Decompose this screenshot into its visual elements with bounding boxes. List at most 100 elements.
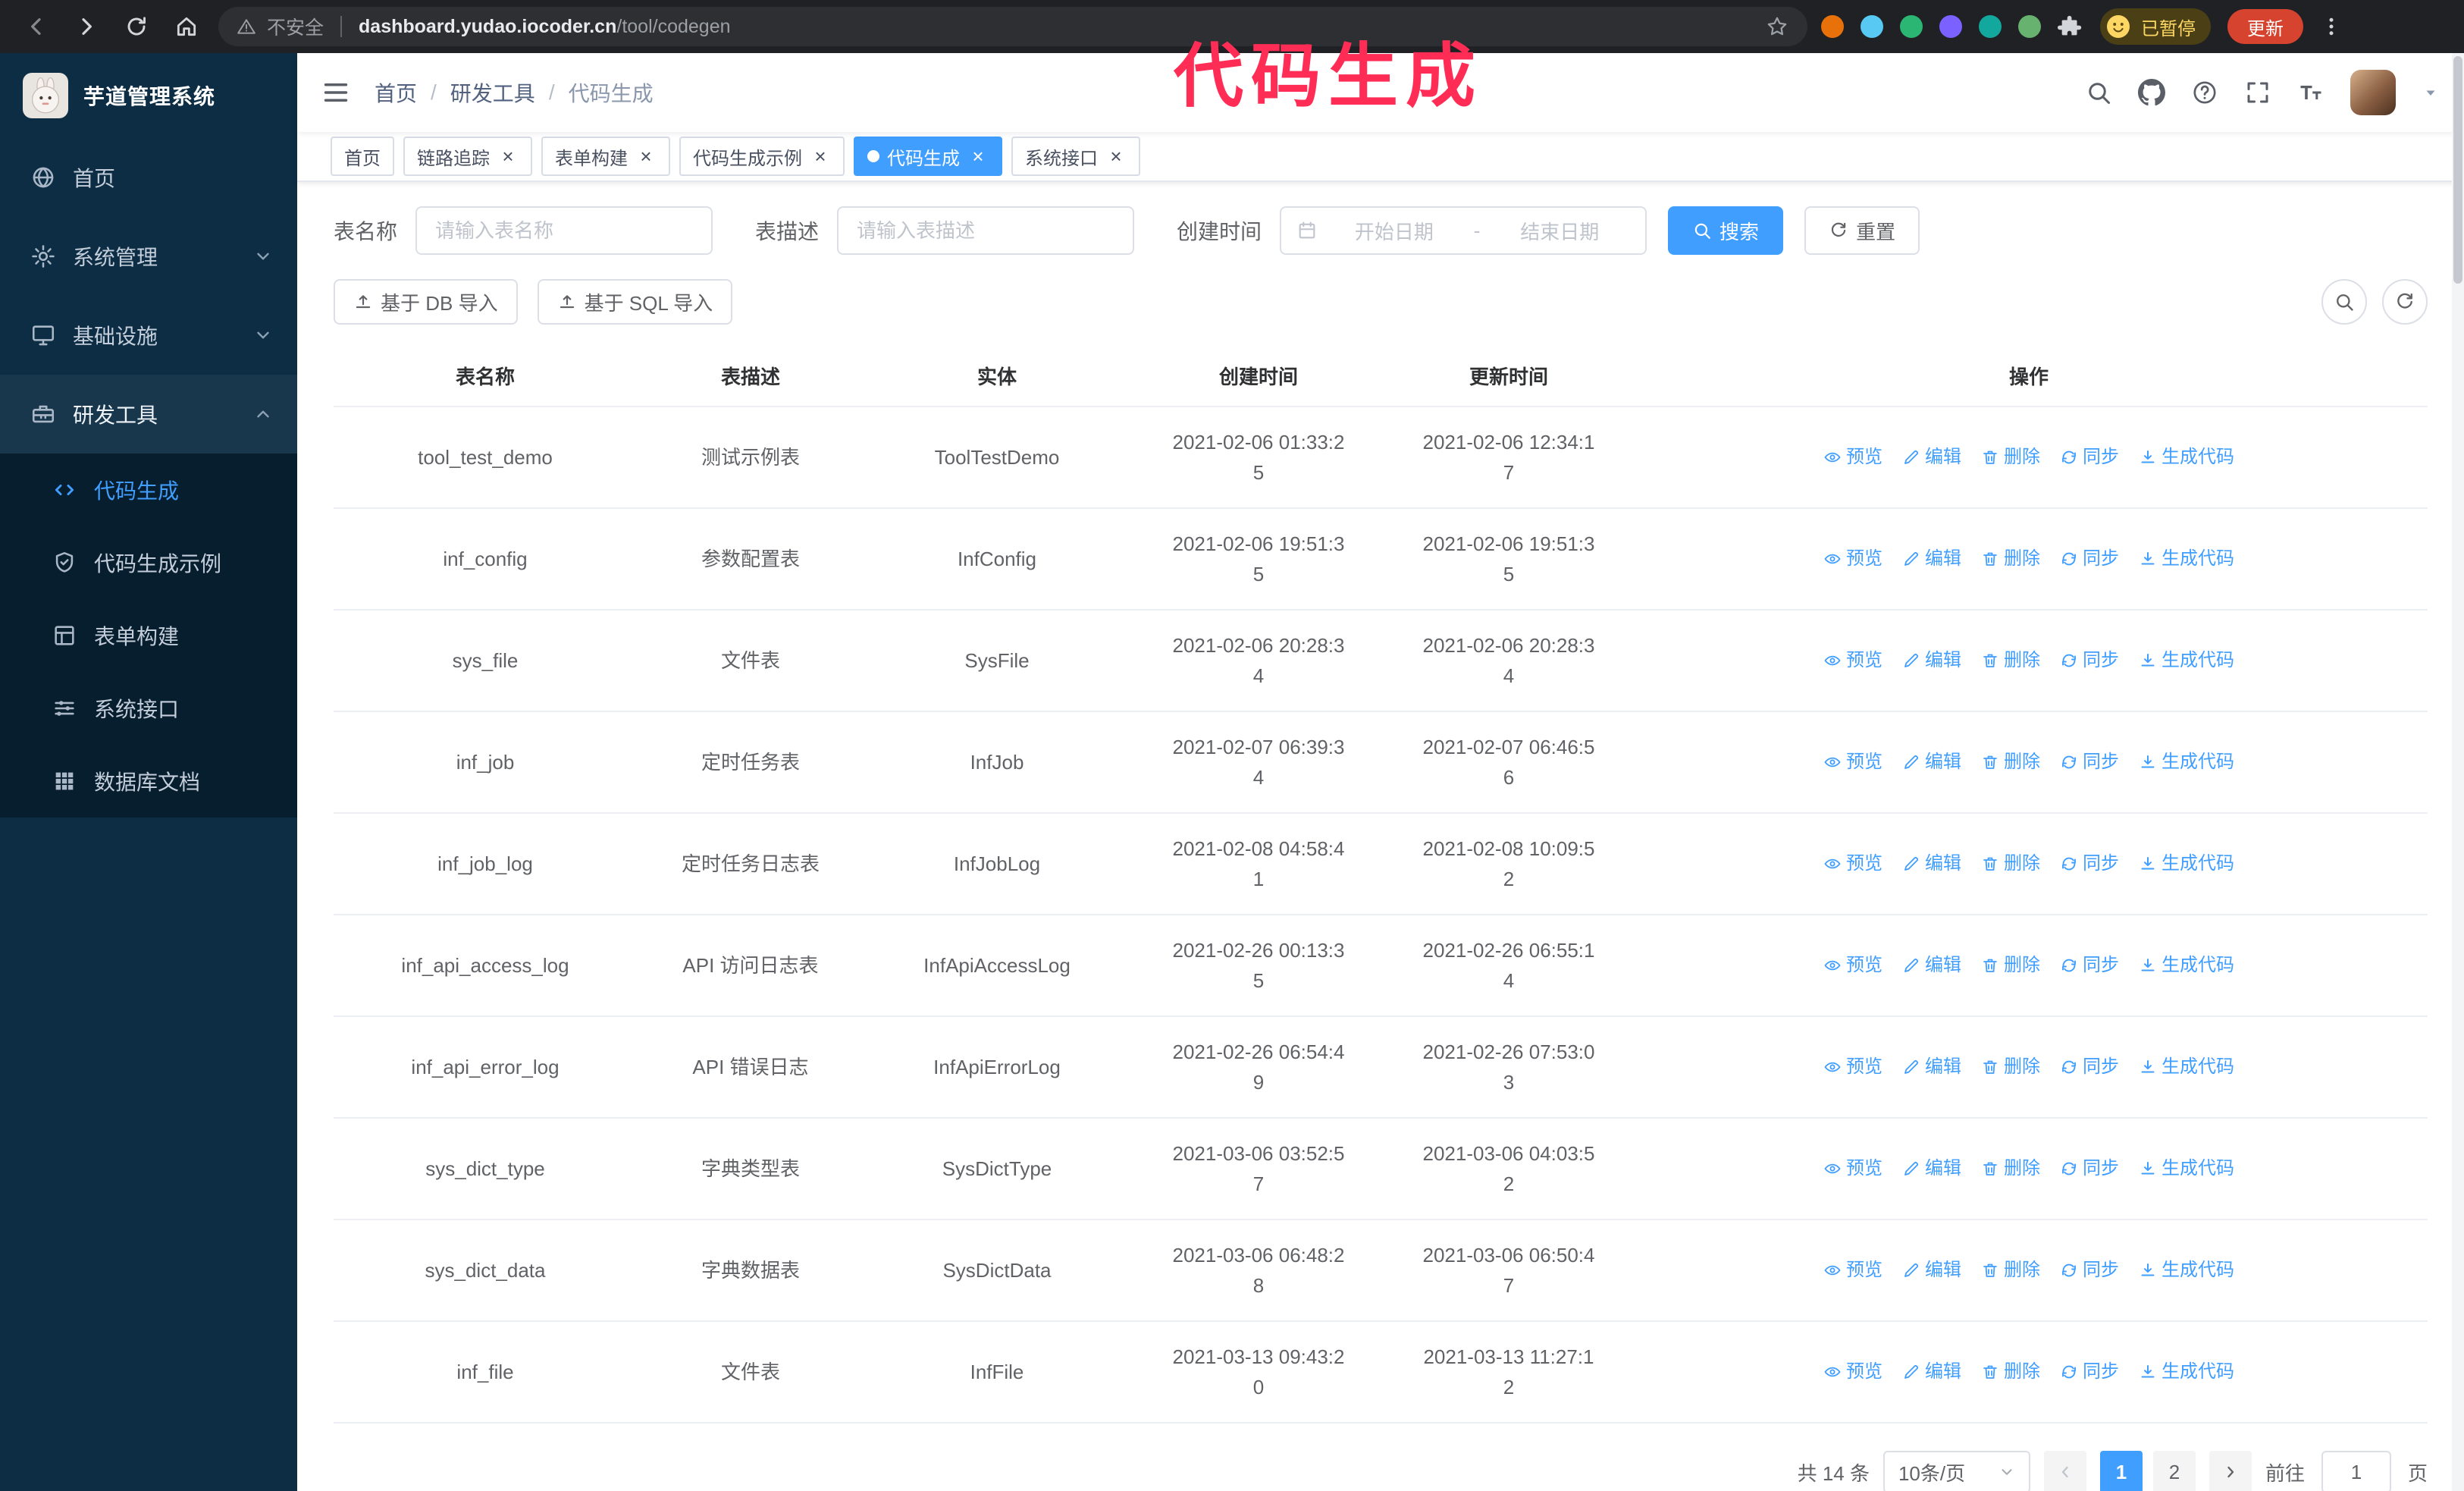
page-1-button[interactable]: 1 [2099,1451,2143,1491]
orange-extension-icon[interactable] [1821,15,1844,38]
close-icon[interactable]: × [497,146,519,167]
sync-action[interactable]: 同步 [2060,442,2119,472]
home-button[interactable] [168,8,205,45]
sidebar-item-system[interactable]: 系统管理 [0,217,297,296]
caret-down-icon[interactable] [2422,83,2440,102]
delete-action[interactable]: 删除 [1981,645,2040,676]
sync-action[interactable]: 同步 [2060,645,2119,676]
generate-code-action[interactable]: 生成代码 [2139,1052,2234,1082]
generate-code-action[interactable]: 生成代码 [2139,1357,2234,1387]
generate-code-action[interactable]: 生成代码 [2139,950,2234,981]
close-icon[interactable]: × [967,146,989,167]
reset-button[interactable]: 重置 [1804,206,1920,255]
generate-code-action[interactable]: 生成代码 [2139,544,2234,574]
tab-codegen[interactable]: 代码生成 × [854,137,1002,176]
edit-action[interactable]: 编辑 [1902,849,1961,879]
tab-home[interactable]: 首页 [331,137,394,176]
sync-action[interactable]: 同步 [2060,950,2119,981]
edit-action[interactable]: 编辑 [1902,645,1961,676]
close-icon[interactable]: × [810,146,831,167]
generate-code-action[interactable]: 生成代码 [2139,747,2234,777]
sidebar-subitem-system-api[interactable]: 系统接口 [0,672,297,745]
forward-button[interactable] [68,8,105,45]
preview-action[interactable]: 预览 [1823,442,1882,472]
next-page-button[interactable] [2209,1451,2252,1491]
preview-action[interactable]: 预览 [1823,1154,1882,1184]
delete-action[interactable]: 删除 [1981,1052,2040,1082]
edit-action[interactable]: 编辑 [1902,950,1961,981]
breadcrumb-item[interactable]: 代码生成 [569,77,654,108]
blue-extension-icon[interactable] [1861,15,1883,38]
tab-form-builder[interactable]: 表单构建 × [541,137,670,176]
scrollbar-thumb[interactable] [2453,56,2462,284]
reload-button[interactable] [118,8,155,45]
generate-code-action[interactable]: 生成代码 [2139,1255,2234,1285]
github-icon[interactable] [2138,79,2165,106]
green-check-extension-icon[interactable] [1900,15,1923,38]
sidebar-item-infra[interactable]: 基础设施 [0,296,297,375]
sidebar-subitem-db-doc[interactable]: 数据库文档 [0,745,297,818]
preview-action[interactable]: 预览 [1823,1052,1882,1082]
delete-action[interactable]: 删除 [1981,1357,2040,1387]
generate-code-action[interactable]: 生成代码 [2139,645,2234,676]
edit-action[interactable]: 编辑 [1902,1052,1961,1082]
delete-action[interactable]: 删除 [1981,1255,2040,1285]
prev-page-button[interactable] [2043,1451,2086,1491]
preview-action[interactable]: 预览 [1823,950,1882,981]
address-bar[interactable]: 不安全 dashboard.yudao.iocoder.cn/tool/code… [218,7,1807,46]
edit-action[interactable]: 编辑 [1902,1154,1961,1184]
preview-action[interactable]: 预览 [1823,1255,1882,1285]
edit-action[interactable]: 编辑 [1902,1357,1961,1387]
tab-codegen-example[interactable]: 代码生成示例 × [679,137,845,176]
close-icon[interactable]: × [635,146,657,167]
page-size-select[interactable]: 10条/页 [1882,1451,2030,1491]
sync-action[interactable]: 同步 [2060,1255,2119,1285]
generate-code-action[interactable]: 生成代码 [2139,849,2234,879]
sidebar-toggle-icon[interactable] [321,78,350,107]
delete-action[interactable]: 删除 [1981,849,2040,879]
delete-action[interactable]: 删除 [1981,544,2040,574]
preview-action[interactable]: 预览 [1823,544,1882,574]
font-size-icon[interactable] [2297,79,2324,106]
breadcrumb-item[interactable]: 研发工具 [450,77,535,108]
delete-action[interactable]: 删除 [1981,1154,2040,1184]
puzzle-icon[interactable] [2058,14,2083,39]
profile-chip[interactable]: 已暂停 [2100,8,2211,45]
search-toggle-button[interactable] [2321,279,2367,325]
bookmark-star-icon[interactable] [1765,14,1789,39]
tab-system-api[interactable]: 系统接口 × [1011,137,1140,176]
edit-action[interactable]: 编辑 [1902,544,1961,574]
search-icon[interactable] [2085,79,2112,106]
back-button[interactable] [18,8,55,45]
edit-action[interactable]: 编辑 [1902,747,1961,777]
browser-update-button[interactable]: 更新 [2227,9,2303,44]
sync-action[interactable]: 同步 [2060,1052,2119,1082]
delete-action[interactable]: 删除 [1981,442,2040,472]
delete-action[interactable]: 删除 [1981,747,2040,777]
table-desc-input[interactable] [837,206,1135,255]
preview-action[interactable]: 预览 [1823,1357,1882,1387]
sync-action[interactable]: 同步 [2060,1154,2119,1184]
breadcrumb-item[interactable]: 首页 [375,77,417,108]
import-sql-button[interactable]: 基于 SQL 导入 [537,279,733,325]
user-avatar[interactable] [2350,70,2396,115]
sidebar-item-home[interactable]: 首页 [0,138,297,217]
teal-extension-icon[interactable] [1979,15,2002,38]
edit-action[interactable]: 编辑 [1902,442,1961,472]
sync-action[interactable]: 同步 [2060,849,2119,879]
search-button[interactable]: 搜索 [1668,206,1784,255]
help-icon[interactable] [2191,79,2218,106]
leaf-extension-icon[interactable] [2018,15,2041,38]
page-2-button[interactable]: 2 [2152,1451,2196,1491]
purple-extension-icon[interactable] [1939,15,1962,38]
generate-code-action[interactable]: 生成代码 [2139,442,2234,472]
kebab-menu-icon[interactable] [2320,15,2343,38]
sidebar-item-devtools[interactable]: 研发工具 [0,375,297,454]
create-time-range-picker[interactable]: 开始日期 - 结束日期 [1280,206,1647,255]
goto-page-input[interactable] [2321,1451,2391,1491]
preview-action[interactable]: 预览 [1823,747,1882,777]
sync-action[interactable]: 同步 [2060,544,2119,574]
import-db-button[interactable]: 基于 DB 导入 [334,279,518,325]
delete-action[interactable]: 删除 [1981,950,2040,981]
preview-action[interactable]: 预览 [1823,645,1882,676]
